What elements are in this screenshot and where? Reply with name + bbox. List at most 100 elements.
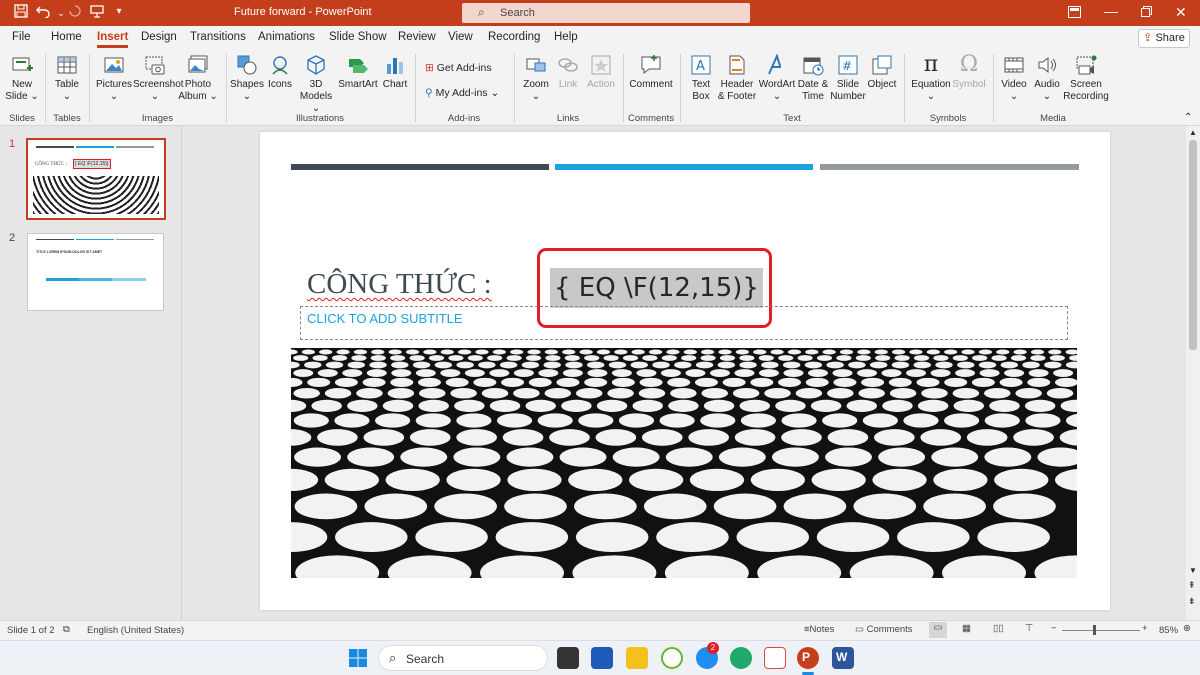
- save-icon[interactable]: [12, 4, 30, 21]
- zoom-level[interactable]: 85%: [1159, 625, 1178, 636]
- tab-file[interactable]: File: [12, 31, 31, 43]
- chart-button[interactable]: Chart: [380, 54, 410, 91]
- shapes-icon: [236, 54, 258, 76]
- scroll-down-icon[interactable]: ▼: [1189, 566, 1197, 575]
- tab-design[interactable]: Design: [141, 31, 177, 43]
- zoom-in-icon[interactable]: +: [1142, 623, 1148, 634]
- slide-thumbnail-pane: 1 CÔNG THỨC : { EQ \F(12,15)} 2 TITLE LO…: [0, 126, 182, 620]
- tab-home[interactable]: Home: [51, 31, 82, 43]
- slide-title[interactable]: CÔNG THỨC :: [307, 268, 492, 301]
- video-button[interactable]: Video ⌄: [998, 54, 1030, 103]
- undo-icon[interactable]: [34, 4, 52, 21]
- share-button[interactable]: ⇪ Share: [1138, 29, 1190, 48]
- tab-view[interactable]: View: [448, 31, 473, 43]
- shapes-button[interactable]: Shapes ⌄: [230, 54, 264, 103]
- tab-slide-show[interactable]: Slide Show: [329, 31, 387, 43]
- slide-thumbnail-2[interactable]: TITLE LOREM IPSUM DOLOR SIT AMET: [27, 233, 164, 311]
- header-footer-button[interactable]: Header & Footer: [717, 54, 757, 103]
- comment-icon: [640, 54, 662, 76]
- scroll-up-icon[interactable]: ▲: [1189, 128, 1197, 137]
- search-box[interactable]: ⌕ Search: [462, 3, 750, 23]
- subtitle-placeholder-box[interactable]: CLICK TO ADD SUBTITLE: [300, 306, 1068, 340]
- scroll-thumb[interactable]: [1189, 140, 1197, 350]
- restore-icon[interactable]: [1141, 6, 1152, 20]
- pictures-button[interactable]: Pictures ⌄: [95, 54, 133, 103]
- group-label-symbols: Symbols: [929, 113, 967, 124]
- tab-animations[interactable]: Animations: [258, 31, 315, 43]
- new-slide-button[interactable]: New Slide ⌄: [4, 54, 40, 103]
- taskbar-search-label: Search: [406, 652, 445, 666]
- fit-to-window-icon[interactable]: ⊕: [1183, 623, 1191, 634]
- zoom-slider[interactable]: [1062, 630, 1140, 631]
- screenshot-button[interactable]: Screenshot ⌄: [133, 54, 184, 103]
- tab-insert[interactable]: Insert: [97, 31, 129, 48]
- customize-more-icon[interactable]: ▾: [110, 6, 128, 17]
- notes-button[interactable]: ≡Notes: [804, 624, 834, 635]
- smartart-button[interactable]: SmartArt: [338, 54, 378, 91]
- file-explorer-icon[interactable]: [626, 647, 648, 669]
- comment-button[interactable]: Comment: [628, 54, 674, 91]
- dots-photo[interactable]: [291, 348, 1077, 578]
- collapse-ribbon-icon[interactable]: ⌃: [1184, 112, 1192, 123]
- tab-transitions[interactable]: Transitions: [190, 31, 246, 43]
- store-icon[interactable]: [591, 647, 613, 669]
- equation-button[interactable]: π Equation ⌄: [910, 54, 952, 103]
- table-button[interactable]: Table ⌄: [50, 54, 84, 103]
- comments-button[interactable]: ▭ Comments: [855, 624, 913, 635]
- zalo-icon[interactable]: 2: [696, 642, 719, 669]
- close-icon[interactable]: ✕: [1175, 4, 1187, 21]
- screen-recording-button[interactable]: Screen Recording: [1063, 54, 1109, 103]
- powerpoint-icon[interactable]: P: [797, 647, 819, 669]
- zoom-slider-thumb[interactable]: [1093, 625, 1096, 635]
- slide-number-button[interactable]: # Slide Number: [830, 54, 866, 103]
- minimize-icon[interactable]: —: [1104, 3, 1118, 19]
- tab-help[interactable]: Help: [554, 31, 578, 43]
- action-star-icon: [590, 54, 612, 76]
- slide-sorter-icon[interactable]: ▦: [962, 623, 971, 634]
- slideshow-view-icon[interactable]: ⊤: [1025, 623, 1033, 634]
- accessibility-icon[interactable]: ⧉: [63, 624, 70, 635]
- coccoc-browser-icon[interactable]: [661, 647, 683, 669]
- action-button: Action: [584, 54, 618, 91]
- present-icon[interactable]: [88, 4, 106, 21]
- next-slide-icon[interactable]: ⇟: [1188, 596, 1196, 607]
- object-button[interactable]: Object: [866, 54, 898, 91]
- icons-button[interactable]: Icons: [265, 54, 295, 91]
- tab-recording[interactable]: Recording: [488, 31, 540, 43]
- link-button: Link: [555, 54, 581, 91]
- edge-icon[interactable]: [730, 647, 752, 669]
- wordart-button[interactable]: WordArt ⌄: [758, 53, 796, 103]
- windows-start-icon[interactable]: [347, 647, 369, 669]
- normal-view-icon[interactable]: ▭: [929, 622, 947, 638]
- tab-review[interactable]: Review: [398, 31, 436, 43]
- task-view-icon[interactable]: [557, 647, 579, 669]
- 3d-models-button[interactable]: 3D Models ⌄: [296, 54, 336, 115]
- zoom-out-icon[interactable]: −: [1051, 623, 1057, 634]
- slide-canvas[interactable]: CÔNG THỨC : { EQ \F(12,15)} CLICK TO ADD…: [260, 132, 1110, 610]
- text-box-icon: A: [690, 54, 712, 76]
- photo-album-button[interactable]: Photo Album ⌄: [178, 54, 218, 103]
- language-indicator[interactable]: English (United States): [87, 625, 184, 636]
- slide-thumbnail-1[interactable]: CÔNG THỨC : { EQ \F(12,15)}: [26, 138, 166, 220]
- vertical-scrollbar[interactable]: ▲ ▼ ⇞ ⇟: [1186, 126, 1200, 620]
- status-bar: Slide 1 of 2 ⧉ English (United States) ≡…: [0, 620, 1200, 640]
- my-add-ins-button[interactable]: ⚲ My Add-ins ⌄: [425, 87, 499, 99]
- group-label-tables: Tables: [53, 113, 81, 124]
- audio-button[interactable]: Audio ⌄: [1031, 54, 1063, 103]
- title-bar: ⌄ ▾ Future forward - PowerPoint ⌕ Search…: [0, 0, 1200, 26]
- field-code-text[interactable]: { EQ \F(12,15)}: [550, 268, 763, 308]
- reading-view-icon[interactable]: ▯▯: [993, 623, 1003, 634]
- add-ins-icon: ⚲: [425, 87, 433, 99]
- zoom-button[interactable]: Zoom ⌄: [520, 54, 552, 103]
- date-time-button[interactable]: Date & Time: [796, 54, 830, 103]
- svg-text:A: A: [696, 59, 705, 74]
- text-box-button[interactable]: A Text Box: [685, 54, 717, 103]
- get-add-ins-button[interactable]: ⊞ Get Add-ins: [425, 62, 492, 74]
- previous-slide-icon[interactable]: ⇞: [1188, 580, 1196, 591]
- taskbar-search[interactable]: ⌕ Search: [378, 645, 548, 671]
- snipping-tool-icon[interactable]: [764, 647, 786, 669]
- word-icon[interactable]: W: [832, 647, 854, 669]
- pictures-icon: [103, 54, 125, 76]
- ribbon-display-icon[interactable]: [1068, 6, 1081, 21]
- svg-text:#: #: [842, 59, 852, 73]
